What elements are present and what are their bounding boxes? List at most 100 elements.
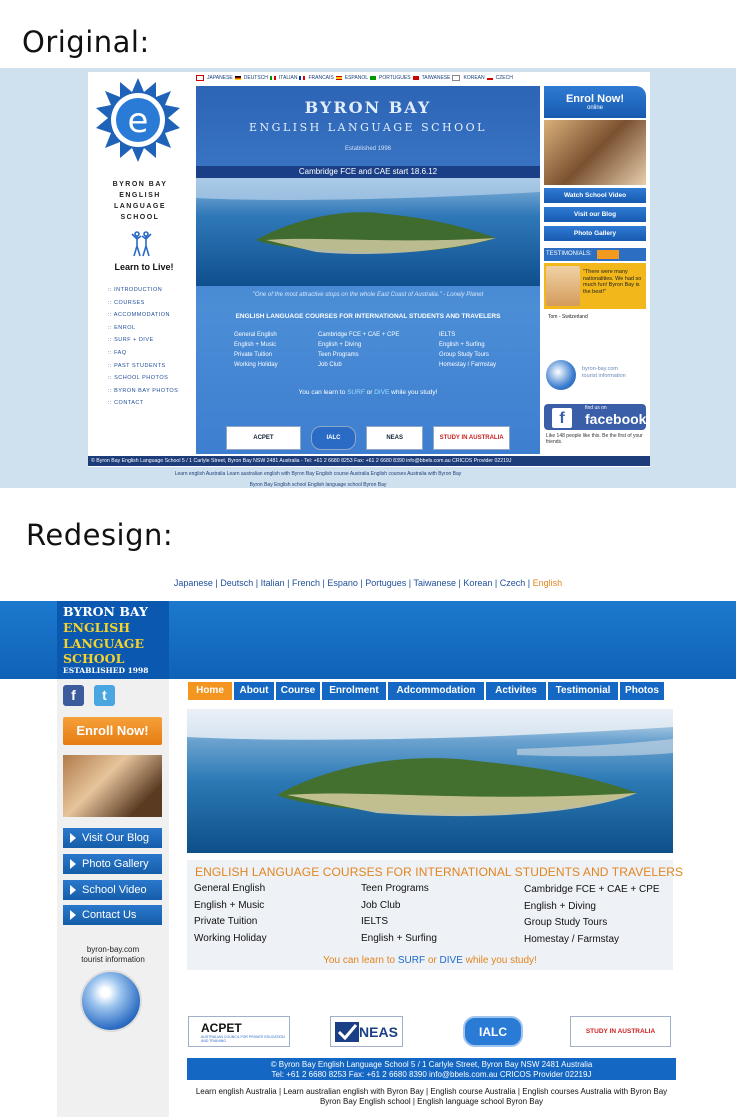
course-item[interactable]: English + Diving (524, 899, 660, 916)
course-item[interactable]: Job Club (361, 898, 437, 915)
lang-link[interactable]: JAPANESE (207, 75, 233, 81)
study-in-australia-logo[interactable]: STUDY IN AUSTRALIA (570, 1016, 671, 1047)
original-enrol-button[interactable]: Enrol Now! (544, 86, 646, 118)
dive-link[interactable]: DIVE (374, 389, 389, 396)
lang-link[interactable]: TAIWANESE (422, 75, 451, 81)
course-item[interactable]: Homestay / Farmstay (439, 360, 496, 370)
lang-link[interactable]: Portugues (365, 578, 406, 588)
lang-link[interactable]: KOREAN (463, 75, 484, 81)
nav-surf-dive[interactable]: :: SURF + DIVE (108, 334, 178, 347)
visit-blog-button[interactable]: Visit Our Blog (63, 828, 162, 848)
tab-home[interactable]: Home (188, 682, 232, 700)
course-item[interactable]: English + Surfing (361, 931, 437, 948)
tab-course[interactable]: Course (276, 682, 320, 700)
tab-activities[interactable]: Activites (486, 682, 546, 700)
photo-gallery-button[interactable]: Photo Gallery (544, 226, 646, 241)
lang-link[interactable]: DEUTSCH (244, 75, 268, 81)
course-item[interactable]: IELTS (439, 330, 496, 340)
lang-link[interactable]: French (292, 578, 320, 588)
original-bottom-links[interactable]: Learn english Australia Learn australian… (88, 469, 548, 491)
course-item[interactable]: Cambridge FCE + CAE + CPE (524, 882, 660, 899)
course-item[interactable]: Teen Programs (361, 881, 437, 898)
redesign-label: Redesign: (26, 518, 174, 552)
course-item[interactable]: English + Music (194, 898, 267, 915)
visit-blog-button[interactable]: Visit our Blog (544, 207, 646, 222)
tab-accommodation[interactable]: Adcommodation (388, 682, 484, 700)
lighthouse-icon[interactable] (80, 970, 142, 1032)
lighthouse-icon[interactable] (546, 360, 576, 390)
dive-link[interactable]: DIVE (440, 955, 463, 966)
testimonial-pager[interactable] (597, 250, 619, 259)
course-item[interactable]: Working Holiday (194, 931, 267, 948)
redesign-surf-line: You can learn to SURF or DIVE while you … (323, 955, 537, 966)
tourist-info-link[interactable]: byron-bay.com tourist information (582, 366, 626, 380)
nav-enrol[interactable]: :: ENROL (108, 322, 178, 335)
lang-link[interactable]: Japanese (174, 578, 213, 588)
course-item[interactable]: Group Study Tours (439, 350, 496, 360)
facebook-icon[interactable]: f (63, 685, 84, 706)
contact-us-button[interactable]: Contact Us (63, 905, 162, 925)
testimonial-avatar (546, 266, 580, 306)
nav-introduction[interactable]: :: INTRODUCTION (108, 284, 178, 297)
course-item[interactable]: IELTS (361, 914, 437, 931)
lang-link[interactable]: PORTUGUES (379, 75, 411, 81)
twitter-icon[interactable]: t (94, 685, 115, 706)
neas-logo[interactable]: NEAS (330, 1016, 403, 1047)
original-courses-heading: ENGLISH LANGUAGE COURSES FOR INTERNATION… (235, 313, 501, 320)
surf-link[interactable]: SURF (398, 955, 425, 966)
study-in-australia-logo[interactable]: STUDY IN AUSTRALIA (433, 426, 510, 450)
lang-link[interactable]: Espano (327, 578, 358, 588)
course-item[interactable]: English + Diving (318, 340, 399, 350)
enroll-now-button[interactable]: Enroll Now! (63, 717, 162, 745)
acpet-logo[interactable]: ACPET AUSTRALIAN COUNCIL FOR PRIVATE EDU… (188, 1016, 290, 1047)
nav-contact[interactable]: :: CONTACT (108, 397, 178, 410)
course-item[interactable]: Teen Programs (318, 350, 399, 360)
lang-link[interactable]: Deutsch (220, 578, 253, 588)
course-item[interactable]: Job Club (318, 360, 399, 370)
course-item[interactable]: Group Study Tours (524, 915, 660, 932)
e-logo-icon[interactable]: e (96, 78, 180, 162)
course-item[interactable]: Homestay / Farmstay (524, 932, 660, 949)
tab-testimonial[interactable]: Testimonial (548, 682, 618, 700)
course-item[interactable]: General English (234, 330, 278, 340)
neas-logo[interactable]: NEAS (366, 426, 424, 450)
course-item[interactable]: Private Tuition (234, 350, 278, 360)
nav-courses[interactable]: :: COURSES (108, 297, 178, 310)
original-banner[interactable]: Cambridge FCE and CAE start 18.6.12 (196, 166, 540, 178)
nav-school-photos[interactable]: :: SCHOOL PHOTOS (108, 372, 178, 385)
course-item[interactable]: English + Surfing (439, 340, 496, 350)
original-courses-col: IELTS English + Surfing Group Study Tour… (439, 330, 496, 370)
acpet-logo[interactable]: ACPET (226, 426, 301, 450)
school-video-button[interactable]: School Video (63, 880, 162, 900)
lang-link[interactable]: Italian (261, 578, 285, 588)
ialc-logo[interactable]: IALC (463, 1016, 523, 1047)
photo-gallery-button[interactable]: Photo Gallery (63, 854, 162, 874)
nav-past-students[interactable]: :: PAST STUDENTS (108, 360, 178, 373)
lang-link[interactable]: ITALIAN (279, 75, 298, 81)
watch-video-button[interactable]: Watch School Video (544, 188, 646, 203)
tab-about[interactable]: About (234, 682, 274, 700)
lang-link[interactable]: Taiwanese (413, 578, 456, 588)
tab-photos[interactable]: Photos (620, 682, 664, 700)
nav-faq[interactable]: :: FAQ (108, 347, 178, 360)
facebook-like[interactable]: Like 148 people like this. Be the first … (546, 433, 646, 445)
tab-enrolment[interactable]: Enrolment (322, 682, 386, 700)
course-item[interactable]: English + Music (234, 340, 278, 350)
lang-link[interactable]: CZECH (496, 75, 513, 81)
nav-accommodation[interactable]: :: ACCOMMODATION (108, 309, 178, 322)
lang-link[interactable]: FRANCAIS (308, 75, 333, 81)
course-item[interactable]: Private Tuition (194, 914, 267, 931)
lang-link[interactable]: ESPANOL (345, 75, 368, 81)
seo-links-line[interactable]: Byron Bay English school | English langu… (187, 1097, 676, 1107)
course-item[interactable]: Cambridge FCE + CAE + CPE (318, 330, 399, 340)
tourist-info-link[interactable]: byron-bay.com tourist information (57, 945, 169, 965)
seo-links-line[interactable]: Learn english Australia | Learn australi… (187, 1087, 676, 1097)
lang-link-active[interactable]: English (533, 578, 563, 588)
course-item[interactable]: Working Holiday (234, 360, 278, 370)
nav-byron-bay-photos[interactable]: :: BYRON BAY PHOTOS (108, 385, 178, 398)
course-item[interactable]: General English (194, 881, 267, 898)
lang-link[interactable]: Korean (463, 578, 492, 588)
surf-link[interactable]: SURF (347, 389, 365, 396)
lang-link[interactable]: Czech (500, 578, 526, 588)
ialc-logo[interactable]: IALC (310, 426, 357, 450)
